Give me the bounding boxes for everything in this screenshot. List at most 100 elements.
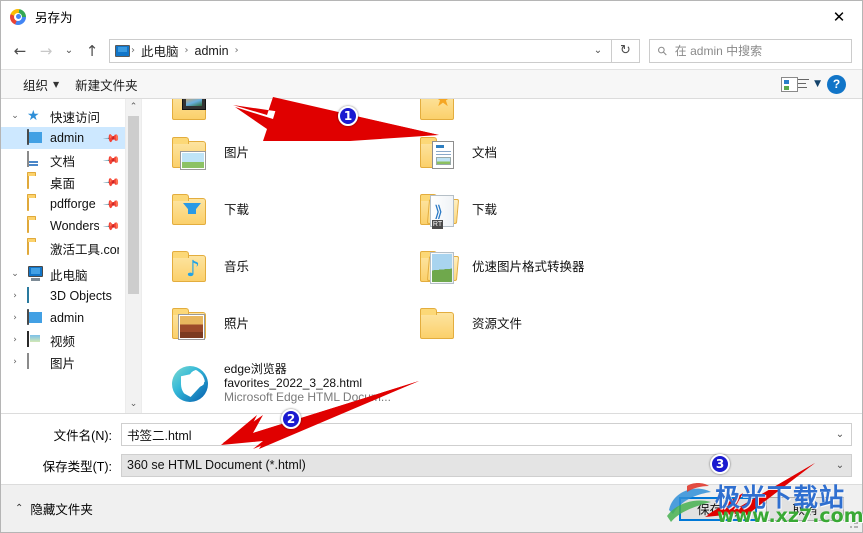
refresh-button[interactable]: ↻: [612, 38, 640, 63]
file-label: 下载: [224, 203, 250, 217]
chevron-down-icon: ▼: [53, 79, 60, 89]
folder-icon: [27, 239, 44, 256]
file-item-picture-converter[interactable]: 优速图片格式转换器: [408, 239, 656, 296]
chevron-right-icon[interactable]: ›: [9, 291, 21, 301]
sidebar-item-3d-objects[interactable]: › 3D Objects: [1, 285, 141, 307]
scrollbar-thumb[interactable]: [128, 116, 139, 294]
chevron-down-icon[interactable]: ⌄: [9, 269, 21, 279]
sheet: [430, 251, 454, 284]
sidebar-group-label: 快速访问: [50, 110, 101, 125]
sidebar-item-admin[interactable]: admin 📌: [1, 127, 141, 149]
chevron-down-icon[interactable]: ⌄: [9, 111, 21, 121]
chevron-down-icon[interactable]: ▼: [814, 79, 821, 89]
sidebar-item-label: pdfforge: [50, 197, 96, 211]
scroll-down-icon[interactable]: ⌄: [130, 396, 138, 413]
forward-button[interactable]: →: [33, 38, 59, 64]
sidebar-item-label: 文档: [50, 154, 76, 169]
file-item-music[interactable]: ♪ 音乐: [160, 239, 408, 296]
sidebar-item-wondershare[interactable]: Wondershar 📌: [1, 215, 141, 237]
save-as-dialog: 另存为 ✕ ← → ⌄ ↑ › 此电脑 › admin › ⌄ ↻ ⚲ 在 ad…: [0, 0, 863, 533]
step-badge-2: 2: [281, 409, 301, 429]
chevron-right-icon[interactable]: ›: [9, 357, 21, 367]
sidebar-item-pictures[interactable]: › 图片: [1, 351, 141, 373]
file-label: 优速图片格式转换器: [472, 260, 585, 274]
sidebar-group-this-pc[interactable]: ⌄ 此电脑: [1, 263, 141, 285]
dialog-body: ⌄ ★ 快速访问 admin 📌 文档 📌 桌面 📌 pdfforge 📌 Wo…: [1, 99, 862, 413]
file-label: 音乐: [224, 260, 250, 274]
step-badge-1: 1: [338, 106, 358, 126]
hide-folders-label: 隐藏文件夹: [30, 503, 93, 517]
music-folder-icon: ♪: [170, 249, 212, 287]
sidebar-item-label: admin: [50, 311, 85, 325]
file-label: 下载: [472, 203, 498, 217]
chevron-right-icon[interactable]: ›: [9, 335, 21, 345]
monitor-icon: [27, 129, 44, 146]
file-item-documents[interactable]: 文档: [408, 125, 656, 182]
help-icon[interactable]: ?: [827, 74, 846, 94]
sidebar-scrollbar[interactable]: ⌃ ⌄: [125, 99, 141, 413]
file-label: 照片: [224, 317, 250, 331]
file-label: 图片: [224, 146, 250, 160]
this-pc-icon: [27, 266, 44, 282]
sidebar-item-label: 桌面: [50, 176, 76, 191]
file-item[interactable]: ★: [408, 99, 656, 125]
chevron-down-icon[interactable]: ⌄: [829, 429, 851, 440]
new-folder-button[interactable]: 新建文件夹: [67, 75, 146, 94]
scroll-up-icon[interactable]: ⌃: [130, 99, 138, 116]
sidebar-group-quick-access[interactable]: ⌄ ★ 快速访问: [1, 105, 141, 127]
filetype-label: 保存类型(T):: [42, 459, 112, 474]
sidebar-item-label: Wondershar: [50, 219, 100, 233]
pin-icon[interactable]: 📌: [103, 129, 122, 148]
organize-label: 组织: [23, 78, 49, 93]
folder-icon: [27, 173, 44, 190]
pin-icon[interactable]: 📌: [103, 151, 122, 170]
file-label: 资源文件: [472, 317, 523, 331]
navigation-pane: ⌄ ★ 快速访问 admin 📌 文档 📌 桌面 📌 pdfforge 📌 Wo…: [1, 99, 141, 413]
recent-locations-button[interactable]: ⌄: [59, 38, 79, 64]
filename-row: 文件名(N): 书签二.html ⌄: [1, 422, 862, 446]
sidebar-item-documents[interactable]: 文档 📌: [1, 149, 141, 171]
sidebar-item-videos[interactable]: › 视频: [1, 329, 141, 351]
sidebar-group-label: 此电脑: [50, 268, 88, 283]
file-item-downloads-rt[interactable]: ⟫ RT 下载: [408, 182, 656, 239]
up-button[interactable]: ↑: [79, 38, 105, 64]
folder-icon: [27, 217, 44, 234]
file-item-resources[interactable]: 资源文件: [408, 296, 656, 353]
pin-icon[interactable]: 📌: [103, 195, 122, 214]
file-list-pane[interactable]: ★ 图片 文档 下载 ⟫ RT 下载 ♪ 音乐 优速图片格式转换器 照片 资源文…: [141, 99, 862, 413]
hide-folders-toggle[interactable]: ⌃ 隐藏文件夹: [1, 499, 93, 518]
filename-label: 文件名(N):: [53, 428, 112, 443]
pictures-icon: [27, 353, 44, 370]
monitor-icon: [27, 309, 44, 326]
chevron-down-icon[interactable]: ⌄: [587, 45, 609, 56]
address-bar[interactable]: › 此电脑 › admin › ⌄: [109, 38, 612, 63]
edge-browser-icon: [170, 363, 212, 403]
sidebar-item-label: 3D Objects: [50, 289, 112, 303]
close-icon[interactable]: ✕: [816, 1, 862, 32]
pin-icon[interactable]: 📌: [103, 173, 122, 192]
search-box[interactable]: ⚲ 在 admin 中搜索: [649, 38, 852, 63]
breadcrumb-this-pc[interactable]: 此电脑: [136, 41, 184, 60]
sidebar-item-pdfforge[interactable]: pdfforge 📌: [1, 193, 141, 215]
breadcrumb-admin[interactable]: admin: [190, 44, 234, 58]
sidebar-item-desktop[interactable]: 桌面 📌: [1, 171, 141, 193]
videos-folder-icon: [170, 99, 212, 125]
resources-folder-icon: [418, 306, 460, 344]
navigation-bar: ← → ⌄ ↑ › 此电脑 › admin › ⌄ ↻ ⚲ 在 admin 中搜…: [1, 32, 862, 69]
view-options[interactable]: ▼: [781, 76, 827, 92]
file-item-photos[interactable]: 照片: [160, 296, 408, 353]
sidebar-item-activation-tool[interactable]: 激活工具.com: [1, 237, 141, 259]
search-icon: ⚲: [654, 42, 671, 59]
sidebar-item-label: 激活工具.com: [50, 242, 119, 257]
annotation-arrow-1: [233, 97, 439, 141]
chevron-down-icon[interactable]: ⌄: [829, 460, 851, 471]
file-item-downloads[interactable]: 下载: [160, 182, 408, 239]
view-style-icon: [781, 76, 810, 92]
file-label: 文档: [472, 146, 498, 160]
organize-menu[interactable]: 组织 ▼: [15, 75, 67, 94]
chevron-right-icon[interactable]: ›: [9, 313, 21, 323]
pin-icon[interactable]: 📌: [103, 217, 122, 236]
sidebar-item-pc-admin[interactable]: › admin: [1, 307, 141, 329]
chevron-up-icon: ⌃: [15, 503, 24, 514]
back-button[interactable]: ←: [7, 38, 33, 64]
